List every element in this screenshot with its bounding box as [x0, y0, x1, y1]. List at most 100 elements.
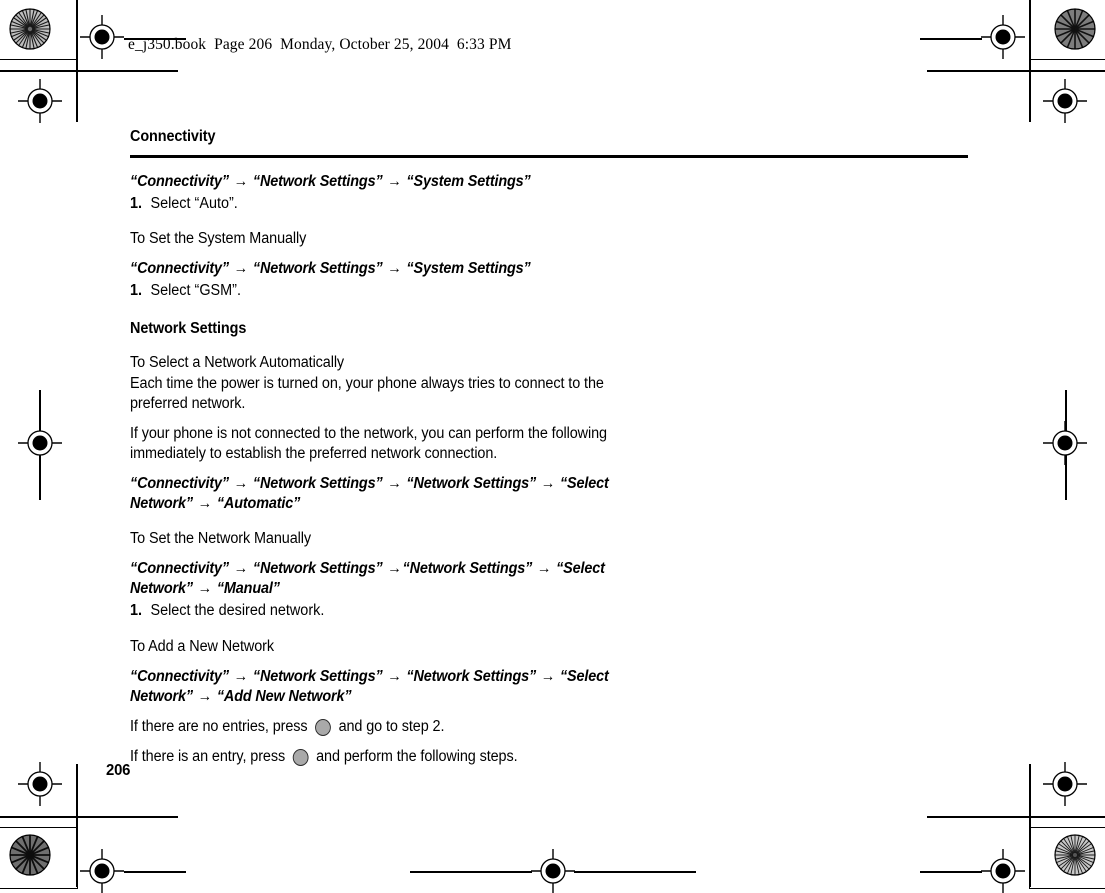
crop-line-top-left-v — [76, 0, 78, 122]
step-item: 1. Select the desired network. — [130, 601, 911, 622]
paragraph-each-time: Each time the power is turned on, your p… — [130, 374, 604, 413]
subheading-select-network-automatically: To Select a Network Automatically — [130, 353, 345, 371]
crop-line-top-right-v — [1029, 0, 1031, 122]
crop-line-top-left-h — [0, 70, 178, 72]
paragraph-if-not-connected: If your phone is not connected to the ne… — [130, 424, 607, 463]
registration-mark-lower-left-inner — [18, 762, 62, 806]
arrow-icon: → — [540, 475, 556, 492]
nav-segment: “Connectivity” — [130, 475, 229, 492]
guide-line-bottom-center-left — [410, 871, 532, 873]
arrow-icon: → — [387, 173, 402, 191]
nav-segment: “Manual” — [216, 580, 280, 598]
nav-segment: “Network Settings” — [252, 667, 383, 685]
crop-line-bottom-left-h — [0, 816, 178, 818]
rosette-mark-top-right — [1053, 7, 1097, 51]
page-number: 206 — [106, 762, 131, 779]
registration-mark-bottom-right — [981, 849, 1025, 893]
arrow-icon: → — [233, 559, 249, 577]
arrow-icon: → — [197, 580, 213, 598]
subheading-set-system-manually: To Set the System Manually — [130, 230, 307, 248]
registration-mark-bottom-left — [80, 849, 124, 893]
crop-line-bottom-right-v — [1029, 764, 1031, 887]
arrow-icon: → — [233, 173, 249, 191]
arrow-icon: → — [233, 667, 249, 685]
nav-segment: “Network Settings” — [252, 260, 383, 278]
registration-mark-bottom-center — [531, 849, 575, 893]
arrow-icon: → — [387, 260, 402, 278]
instruction-text-after: and perform the following steps. — [312, 748, 518, 766]
section-heading-network-settings: Network Settings — [130, 319, 247, 337]
nav-segment: “Network Settings” — [252, 475, 383, 492]
arrow-icon: → — [537, 559, 552, 577]
registration-mark-upper-right-inner — [1043, 79, 1087, 123]
step-text: Select “Auto”. — [150, 194, 238, 212]
arrow-icon: → — [540, 667, 556, 685]
crop-line-bottom-left-v — [76, 764, 78, 887]
crop-box-bottom-right — [1029, 827, 1105, 889]
nav-segment: “Connectivity” — [130, 559, 229, 577]
guide-line-mid-left-v — [39, 390, 41, 500]
nav-path-system-auto: “Connectivity” → “Network Settings” → “S… — [130, 172, 660, 192]
instruction-text-before: If there is an entry, press — [130, 748, 289, 766]
rosette-mark-top-left — [8, 7, 52, 51]
nav-path-manual: “Connectivity” → “Network Settings” →“Ne… — [130, 559, 660, 600]
crop-box-top-left — [0, 0, 78, 60]
crop-box-bottom-left — [0, 827, 78, 889]
nav-path-add-new-network: “Connectivity” → “Network Settings” → “N… — [130, 667, 660, 708]
nav-segment: “Network Settings” — [406, 667, 537, 685]
step-item: 1. Select “Auto”. — [130, 194, 911, 215]
registration-mark-top-left — [80, 15, 124, 59]
crop-line-top-right-h — [927, 70, 1105, 72]
rosette-mark-bottom-right — [1053, 833, 1097, 877]
instruction-text-before: If there are no entries, press — [130, 718, 312, 736]
guide-line-top-left-edge — [124, 871, 186, 873]
registration-mark-mid-left — [18, 421, 62, 465]
center-key-icon — [315, 719, 331, 737]
nav-path-automatic: “Connectivity” → “Network Settings” → “N… — [130, 474, 660, 515]
arrow-icon: → — [233, 475, 249, 492]
step-number: 1. — [130, 601, 143, 619]
nav-segment: “Add New Network” — [216, 688, 352, 706]
nav-segment: “Network Settings” — [402, 559, 533, 577]
subheading-set-network-manually: To Set the Network Manually — [130, 529, 311, 547]
nav-segment: “Network Settings” — [406, 475, 537, 492]
registration-mark-mid-right — [1043, 421, 1087, 465]
arrow-icon: → — [387, 667, 402, 685]
page-title: Connectivity — [130, 128, 216, 145]
nav-path-system-gsm: “Connectivity” → “Network Settings” → “S… — [130, 259, 660, 279]
print-header-text: e_j350.book Page 206 Monday, October 25,… — [128, 36, 512, 53]
crop-line-bottom-right-h — [927, 816, 1105, 818]
arrow-icon: → — [197, 495, 213, 513]
title-divider — [130, 155, 968, 159]
nav-segment: “System Settings” — [406, 260, 531, 278]
guide-line-header-right — [920, 38, 982, 40]
nav-segment: “Network Settings” — [252, 173, 383, 191]
guide-line-bottom-center-right — [574, 871, 696, 873]
arrow-icon: → — [233, 260, 249, 278]
center-key-icon — [292, 749, 309, 767]
instruction-text-after: and go to step 2. — [334, 718, 445, 736]
nav-segment: “System Settings” — [406, 173, 531, 191]
nav-segment: “Connectivity” — [130, 667, 229, 685]
subheading-add-new-network: To Add a New Network — [130, 637, 274, 655]
instruction-no-entries: If there are no entries, press and go to… — [130, 717, 911, 738]
step-text: Select the desired network. — [150, 601, 325, 619]
nav-segment: “Network Settings” — [252, 559, 383, 577]
step-text: Select “GSM”. — [150, 281, 241, 299]
step-number: 1. — [130, 281, 143, 299]
arrow-icon: → — [197, 688, 213, 706]
guide-line-mid-right-v — [1065, 390, 1067, 500]
crop-box-top-right — [1029, 0, 1105, 60]
registration-mark-upper-left-inner — [18, 79, 62, 123]
nav-segment: “Automatic” — [216, 495, 301, 513]
registration-mark-top-right — [981, 15, 1025, 59]
arrow-icon: → — [387, 559, 402, 577]
nav-segment: “Connectivity” — [130, 260, 229, 278]
rosette-mark-bottom-left — [8, 833, 52, 877]
guide-line-top-right-edge — [920, 871, 982, 873]
step-item: 1. Select “GSM”. — [130, 281, 911, 302]
nav-segment: “Connectivity” — [130, 173, 229, 191]
document-content: Connectivity “Connectivity” → “Network S… — [130, 128, 970, 768]
arrow-icon: → — [387, 475, 402, 492]
registration-mark-lower-right-inner — [1043, 762, 1087, 806]
